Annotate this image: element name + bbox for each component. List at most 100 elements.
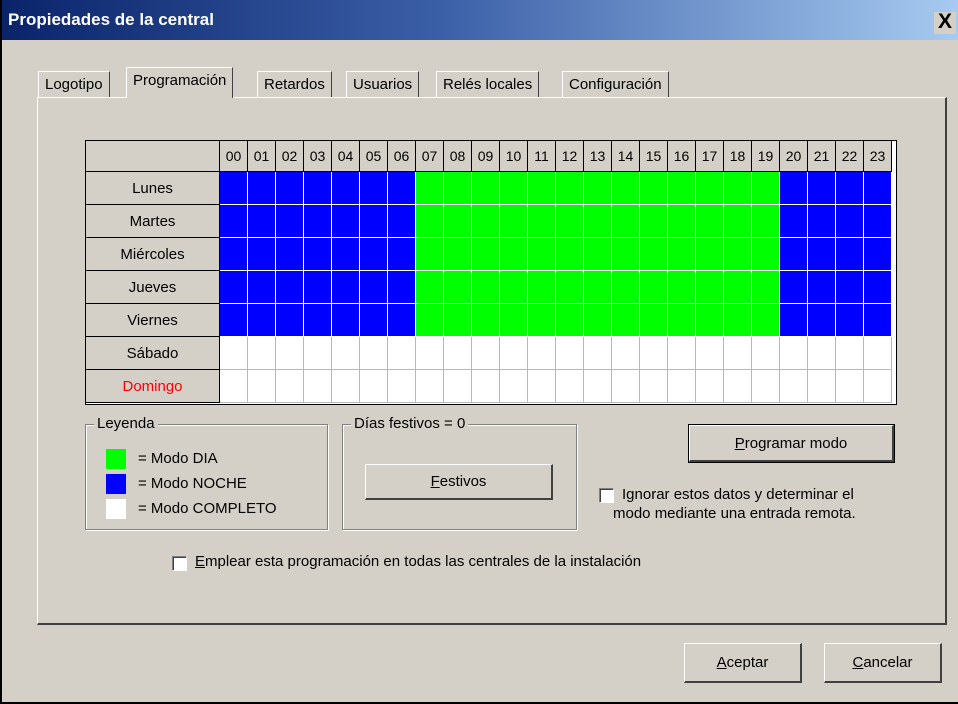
schedule-cell[interactable] bbox=[864, 337, 892, 370]
schedule-cell[interactable] bbox=[724, 238, 752, 271]
schedule-cell[interactable] bbox=[696, 205, 724, 238]
schedule-cell[interactable] bbox=[612, 238, 640, 271]
schedule-cell[interactable] bbox=[780, 370, 808, 403]
schedule-cell[interactable] bbox=[724, 205, 752, 238]
schedule-cell[interactable] bbox=[808, 205, 836, 238]
schedule-cell[interactable] bbox=[864, 370, 892, 403]
schedule-cell[interactable] bbox=[612, 304, 640, 337]
schedule-cell[interactable] bbox=[808, 337, 836, 370]
schedule-cell[interactable] bbox=[472, 205, 500, 238]
schedule-cell[interactable] bbox=[220, 370, 248, 403]
schedule-cell[interactable] bbox=[612, 205, 640, 238]
schedule-cell[interactable] bbox=[528, 271, 556, 304]
schedule-cell[interactable] bbox=[584, 370, 612, 403]
schedule-cell[interactable] bbox=[612, 337, 640, 370]
schedule-cell[interactable] bbox=[388, 337, 416, 370]
schedule-cell[interactable] bbox=[220, 337, 248, 370]
schedule-cell[interactable] bbox=[276, 205, 304, 238]
schedule-cell[interactable] bbox=[696, 238, 724, 271]
schedule-cell[interactable] bbox=[752, 271, 780, 304]
schedule-cell[interactable] bbox=[780, 271, 808, 304]
schedule-cell[interactable] bbox=[248, 205, 276, 238]
schedule-cell[interactable] bbox=[612, 172, 640, 205]
day-label[interactable]: Martes bbox=[86, 205, 220, 238]
schedule-cell[interactable] bbox=[864, 205, 892, 238]
schedule-cell[interactable] bbox=[836, 271, 864, 304]
schedule-cell[interactable] bbox=[724, 172, 752, 205]
schedule-cell[interactable] bbox=[836, 172, 864, 205]
schedule-cell[interactable] bbox=[388, 238, 416, 271]
schedule-cell[interactable] bbox=[360, 271, 388, 304]
schedule-cell[interactable] bbox=[556, 205, 584, 238]
schedule-cell[interactable] bbox=[612, 370, 640, 403]
schedule-cell[interactable] bbox=[584, 205, 612, 238]
schedule-cell[interactable] bbox=[752, 172, 780, 205]
schedule-cell[interactable] bbox=[836, 370, 864, 403]
schedule-cell[interactable] bbox=[388, 205, 416, 238]
tab-configuracion[interactable]: Configuración bbox=[562, 71, 669, 97]
schedule-cell[interactable] bbox=[500, 238, 528, 271]
schedule-cell[interactable] bbox=[472, 337, 500, 370]
schedule-cell[interactable] bbox=[388, 304, 416, 337]
schedule-cell[interactable] bbox=[752, 238, 780, 271]
schedule-cell[interactable] bbox=[556, 370, 584, 403]
schedule-cell[interactable] bbox=[500, 172, 528, 205]
tab-programacion[interactable]: Programación bbox=[126, 67, 234, 98]
schedule-cell[interactable] bbox=[584, 172, 612, 205]
schedule-cell[interactable] bbox=[556, 238, 584, 271]
schedule-cell[interactable] bbox=[696, 370, 724, 403]
schedule-cell[interactable] bbox=[668, 304, 696, 337]
schedule-cell[interactable] bbox=[500, 271, 528, 304]
schedule-cell[interactable] bbox=[584, 271, 612, 304]
schedule-cell[interactable] bbox=[444, 304, 472, 337]
schedule-cell[interactable] bbox=[640, 304, 668, 337]
schedule-cell[interactable] bbox=[276, 370, 304, 403]
tab-reles-locales[interactable]: Relés locales bbox=[436, 71, 540, 97]
schedule-cell[interactable] bbox=[220, 304, 248, 337]
schedule-cell[interactable] bbox=[780, 238, 808, 271]
schedule-cell[interactable] bbox=[360, 205, 388, 238]
schedule-cell[interactable] bbox=[472, 304, 500, 337]
schedule-cell[interactable] bbox=[640, 370, 668, 403]
schedule-cell[interactable] bbox=[528, 304, 556, 337]
schedule-cell[interactable] bbox=[584, 337, 612, 370]
schedule-cell[interactable] bbox=[556, 172, 584, 205]
schedule-cell[interactable] bbox=[220, 172, 248, 205]
day-label[interactable]: Domingo bbox=[86, 370, 220, 403]
schedule-cell[interactable] bbox=[416, 337, 444, 370]
schedule-cell[interactable] bbox=[808, 370, 836, 403]
schedule-cell[interactable] bbox=[528, 238, 556, 271]
schedule-cell[interactable] bbox=[220, 271, 248, 304]
schedule-cell[interactable] bbox=[780, 337, 808, 370]
schedule-cell[interactable] bbox=[276, 238, 304, 271]
schedule-cell[interactable] bbox=[472, 370, 500, 403]
schedule-cell[interactable] bbox=[836, 205, 864, 238]
schedule-cell[interactable] bbox=[472, 172, 500, 205]
schedule-cell[interactable] bbox=[696, 304, 724, 337]
schedule-cell[interactable] bbox=[640, 271, 668, 304]
schedule-cell[interactable] bbox=[360, 337, 388, 370]
schedule-cell[interactable] bbox=[780, 304, 808, 337]
schedule-cell[interactable] bbox=[752, 205, 780, 238]
schedule-cell[interactable] bbox=[304, 304, 332, 337]
schedule-cell[interactable] bbox=[556, 337, 584, 370]
schedule-cell[interactable] bbox=[416, 271, 444, 304]
schedule-cell[interactable] bbox=[360, 370, 388, 403]
schedule-cell[interactable] bbox=[864, 271, 892, 304]
schedule-cell[interactable] bbox=[668, 172, 696, 205]
schedule-cell[interactable] bbox=[500, 304, 528, 337]
schedule-cell[interactable] bbox=[696, 172, 724, 205]
schedule-cell[interactable] bbox=[808, 271, 836, 304]
day-label[interactable]: Viernes bbox=[86, 304, 220, 337]
schedule-cell[interactable] bbox=[332, 238, 360, 271]
schedule-cell[interactable] bbox=[836, 304, 864, 337]
schedule-cell[interactable] bbox=[780, 172, 808, 205]
schedule-cell[interactable] bbox=[528, 337, 556, 370]
schedule-cell[interactable] bbox=[444, 370, 472, 403]
schedule-cell[interactable] bbox=[724, 271, 752, 304]
schedule-cell[interactable] bbox=[836, 337, 864, 370]
schedule-cell[interactable] bbox=[416, 205, 444, 238]
schedule-cell[interactable] bbox=[668, 337, 696, 370]
schedule-cell[interactable] bbox=[696, 271, 724, 304]
schedule-cell[interactable] bbox=[304, 370, 332, 403]
